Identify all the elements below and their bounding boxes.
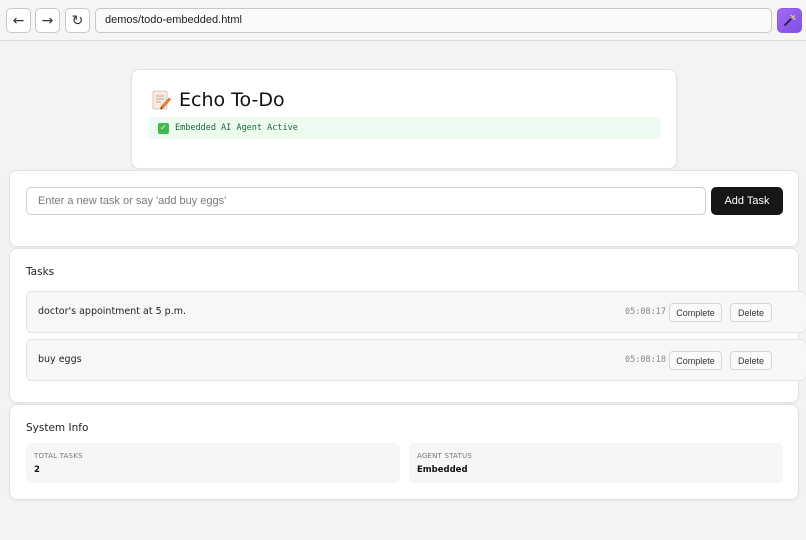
new-task-card: Add Task bbox=[9, 170, 799, 247]
task-text: doctor's appointment at 5 p.m. bbox=[38, 306, 186, 317]
memo-icon bbox=[152, 90, 171, 109]
agent-status-stat: Agent Status Embedded bbox=[409, 443, 783, 483]
agent-status-label: Agent Status bbox=[417, 452, 472, 460]
magic-wand-icon bbox=[784, 15, 796, 26]
total-tasks-label: Total Tasks bbox=[34, 452, 83, 460]
app-header-card: Echo To-Do ✓ Embedded AI Agent Active bbox=[131, 69, 677, 169]
total-tasks-value: 2 bbox=[34, 465, 40, 475]
back-button[interactable]: ← bbox=[6, 8, 31, 33]
delete-task-button[interactable]: Delete bbox=[730, 303, 772, 322]
agent-status-value: Embedded bbox=[417, 465, 468, 475]
check-icon: ✓ bbox=[158, 122, 169, 134]
system-info-heading: System Info bbox=[26, 422, 89, 434]
app-title-text: Echo To-Do bbox=[179, 89, 285, 111]
forward-button[interactable]: → bbox=[35, 8, 60, 33]
agent-status-banner: ✓ Embedded AI Agent Active bbox=[149, 117, 660, 139]
complete-task-button[interactable]: Complete bbox=[669, 303, 722, 322]
tasks-heading: Tasks bbox=[26, 266, 55, 278]
total-tasks-stat: Total Tasks 2 bbox=[26, 443, 400, 483]
task-text: buy eggs bbox=[38, 354, 82, 365]
app-title: Echo To-Do bbox=[152, 88, 285, 112]
agent-status-text: Embedded AI Agent Active bbox=[175, 123, 298, 133]
system-info-card: System Info Total Tasks 2 Agent Status E… bbox=[9, 404, 799, 500]
extension-button[interactable] bbox=[777, 8, 802, 33]
add-task-button[interactable]: Add Task bbox=[711, 187, 783, 215]
tasks-card: Tasks doctor's appointment at 5 p.m. 05:… bbox=[9, 248, 806, 403]
delete-task-button[interactable]: Delete bbox=[730, 351, 772, 370]
address-bar[interactable]: demos/todo-embedded.html bbox=[95, 8, 772, 33]
task-row: buy eggs 05:08:18 Complete Delete bbox=[26, 339, 806, 381]
complete-task-button[interactable]: Complete bbox=[669, 351, 722, 370]
task-timestamp: 05:08:18 bbox=[625, 355, 666, 365]
new-task-input[interactable] bbox=[26, 187, 706, 215]
reload-button[interactable]: ↻ bbox=[65, 8, 90, 33]
browser-toolbar: ← → ↻ demos/todo-embedded.html bbox=[0, 0, 806, 41]
task-row: doctor's appointment at 5 p.m. 05:08:17 … bbox=[26, 291, 806, 333]
task-timestamp: 05:08:17 bbox=[625, 307, 666, 317]
